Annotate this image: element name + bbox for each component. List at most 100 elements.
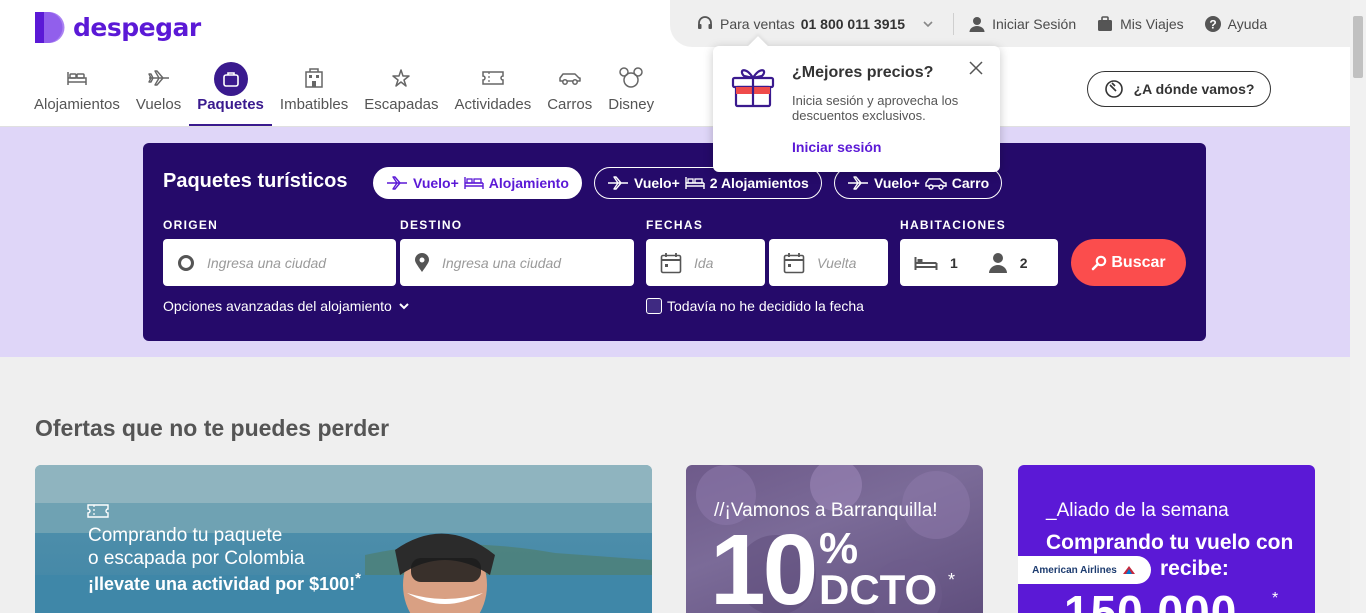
offers-title: Ofertas que no te puedes perder <box>35 415 390 441</box>
offer-card-colombia[interactable]: Comprando tu paquete o escapada por Colo… <box>35 465 652 613</box>
nav-label: Vuelos <box>135 96 182 113</box>
origin-field[interactable]: Ingresa una ciudad <box>163 239 396 286</box>
destination-placeholder: Ingresa una ciudad <box>442 254 562 271</box>
chevron-down-icon[interactable] <box>921 17 935 31</box>
offer-card-airline[interactable]: _Aliado de la semana Comprando tu vuelo … <box>1018 465 1315 613</box>
header: despegar Para ventas 01 800 011 3915 Ini… <box>0 0 1350 127</box>
package-search-box: Paquetes turísticos Vuelo+ Alojamiento V… <box>143 143 1206 341</box>
chip-prefix: Vuelo+ <box>874 175 920 191</box>
ticket-icon <box>87 504 109 518</box>
help-label: Ayuda <box>1227 15 1268 32</box>
chip-flight-hotel[interactable]: Vuelo+ Alojamiento <box>373 167 582 199</box>
plane-icon <box>608 176 628 190</box>
where-to-label: ¿A dónde vamos? <box>1133 81 1255 97</box>
chip-label: 2 Alojamientos <box>709 175 809 191</box>
dates-label: FECHAS <box>646 218 704 232</box>
card3-star: * <box>1272 590 1279 607</box>
divider <box>953 12 955 35</box>
origin-placeholder: Ingresa una ciudad <box>207 254 327 271</box>
plane-icon <box>147 70 169 86</box>
card1-star: * <box>355 570 361 587</box>
rooms-guests-field[interactable]: 1 2 <box>900 239 1058 286</box>
chip-prefix: Vuelo+ <box>634 175 680 191</box>
product-nav: Alojamientos Vuelos Paquetes Imbatibles … <box>26 60 662 126</box>
search-title: Paquetes turísticos <box>163 170 348 192</box>
no-date-checkbox[interactable] <box>646 298 662 314</box>
sales-phone[interactable]: Para ventas 01 800 011 3915 <box>696 15 935 33</box>
airline-logo-icon <box>1122 566 1135 574</box>
nav-label: Alojamientos <box>34 96 120 113</box>
airline-badge: American Airlines <box>1018 556 1151 584</box>
bed-icon <box>685 177 705 189</box>
card1-line1: Comprando tu paquete <box>88 525 283 546</box>
login-promo-popover: ¿Mejores precios? Inicia sesión y aprove… <box>713 46 1000 172</box>
car-icon <box>925 178 947 190</box>
login-link[interactable]: Iniciar Sesión <box>968 15 1076 33</box>
card3-top: _Aliado de la semana <box>1046 500 1229 521</box>
dest-label: DESTINO <box>400 218 463 232</box>
help-link[interactable]: ? Ayuda <box>1204 15 1267 33</box>
nav-item-alojamientos[interactable]: Alojamientos <box>26 60 128 126</box>
brand-name: despegar <box>73 13 201 42</box>
rooms-label: HABITACIONES <box>900 218 1007 232</box>
user-icon <box>988 252 1007 273</box>
my-trips-label: Mis Viajes <box>1120 15 1184 32</box>
page-scrollbar[interactable] <box>1350 0 1366 613</box>
offer-card-barranquilla[interactable]: //¡Vamonos a Barranquilla! 10 % DCTO * <box>686 465 983 613</box>
logo[interactable]: despegar <box>35 12 201 43</box>
calendar-icon <box>660 252 682 273</box>
advanced-options-toggle[interactable]: Opciones avanzadas del alojamiento <box>163 298 410 314</box>
no-date-checkbox-row[interactable]: Todavía no he decidido la fecha <box>646 298 864 314</box>
nav-label: Escapadas <box>364 96 439 113</box>
nav-item-actividades[interactable]: Actividades <box>447 60 540 126</box>
card1-text: Comprando tu paquete o escapada por Colo… <box>88 524 305 570</box>
help-icon: ? <box>1204 15 1221 32</box>
nav-item-escapadas[interactable]: Escapadas <box>356 60 446 126</box>
sales-number: 01 800 011 3915 <box>800 15 906 32</box>
briefcase-icon <box>1098 15 1113 31</box>
destination-field[interactable]: Ingresa una ciudad <box>400 239 634 286</box>
nav-item-disney[interactable]: Disney <box>600 60 662 126</box>
scrollbar-thumb[interactable] <box>1353 16 1363 78</box>
suitcase-icon <box>222 72 239 87</box>
close-icon[interactable] <box>967 59 985 77</box>
nav-item-carros[interactable]: Carros <box>539 60 600 126</box>
nav-item-imbatibles[interactable]: Imbatibles <box>272 60 356 126</box>
card1-line2: o escapada por Colombia <box>88 548 305 569</box>
search-button-label: Buscar <box>1111 253 1166 271</box>
svg-text:?: ? <box>1209 17 1216 31</box>
card3-line1: Comprando tu vuelo con <box>1046 531 1294 554</box>
my-trips-link[interactable]: Mis Viajes <box>1096 15 1184 33</box>
hotel-icon <box>305 68 323 88</box>
chip-label: Carro <box>951 175 990 191</box>
chevron-down-icon <box>399 303 409 310</box>
location-pin-icon <box>415 252 429 272</box>
card1-line3: ¡llevate una actividad por $100!* <box>88 570 361 595</box>
nav-item-paquetes[interactable]: Paquetes <box>189 60 272 126</box>
user-icon <box>969 16 985 32</box>
headset-icon <box>698 15 712 29</box>
airline-name: American Airlines <box>1032 564 1117 576</box>
chip-prefix: Vuelo+ <box>413 175 459 191</box>
rooms-count: 1 <box>950 254 958 271</box>
origin-label: ORIGEN <box>163 218 219 232</box>
popover-login-link[interactable]: Iniciar sesión <box>792 139 881 155</box>
despegar-logo-icon <box>35 12 65 43</box>
return-date-field[interactable]: Vuelta <box>769 239 888 286</box>
nav-label: Imbatibles <box>279 96 349 113</box>
nav-item-vuelos[interactable]: Vuelos <box>128 60 189 126</box>
calendar-icon <box>783 252 805 273</box>
nav-label: Disney <box>608 96 655 113</box>
where-to-button[interactable]: ¿A dónde vamos? <box>1087 71 1271 107</box>
nav-label: Actividades <box>454 96 532 113</box>
login-label: Iniciar Sesión <box>992 15 1077 32</box>
search-button[interactable]: Buscar <box>1071 239 1186 286</box>
depart-placeholder: Ida <box>694 254 714 271</box>
plane-icon <box>848 176 868 190</box>
card2-big: 10 <box>710 514 818 613</box>
card3-line2: recibe: <box>1160 557 1229 580</box>
mickey-icon <box>619 67 643 88</box>
depart-date-field[interactable]: Ida <box>646 239 765 286</box>
return-placeholder: Vuelta <box>817 254 857 271</box>
origin-circle-icon <box>178 254 194 271</box>
